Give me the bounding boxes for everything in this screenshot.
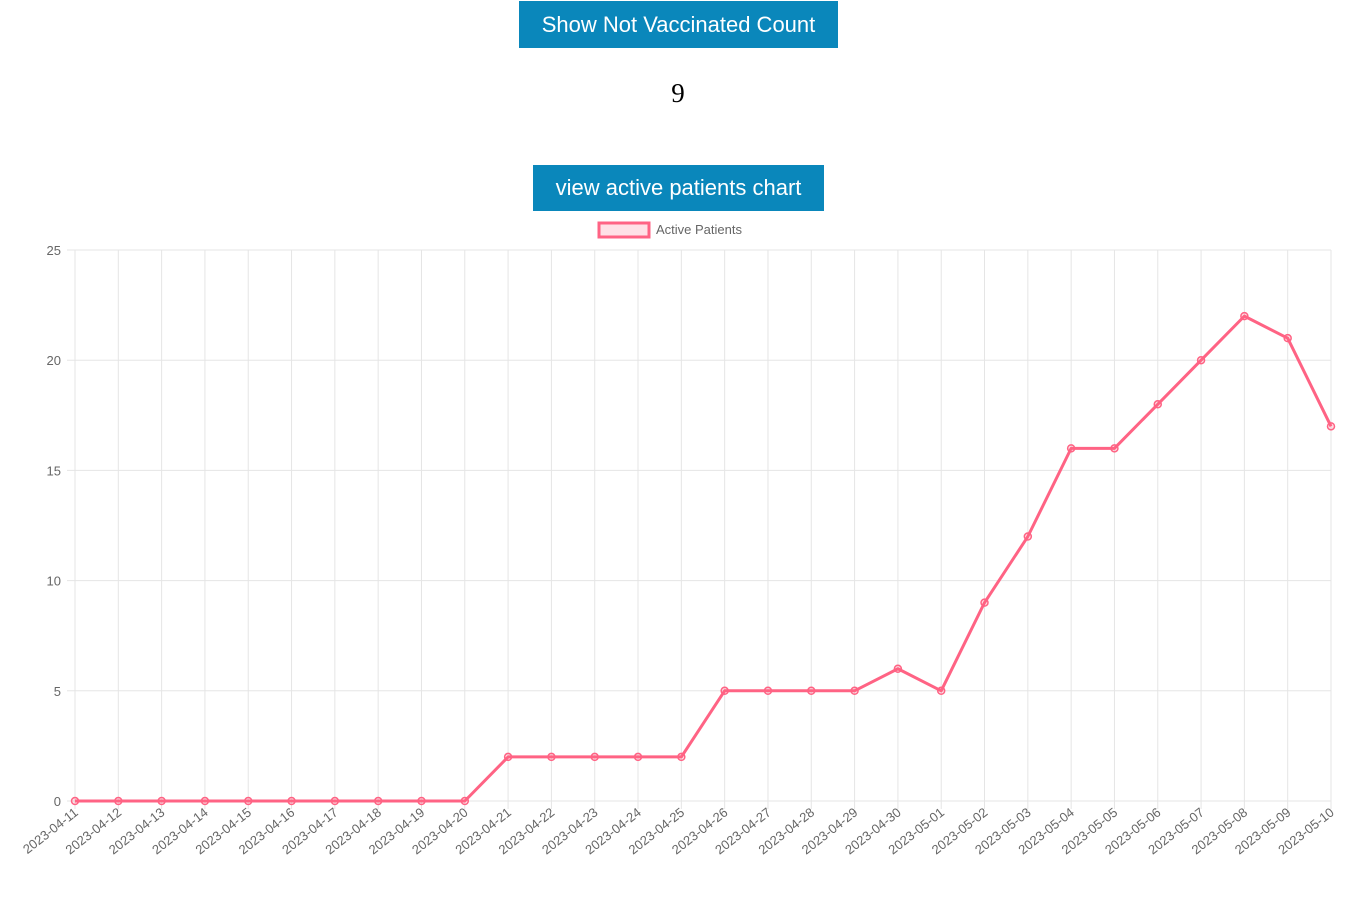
- data-point: [1110, 444, 1119, 453]
- data-point: [633, 752, 643, 762]
- data-point: [1283, 333, 1292, 343]
- data-point: [1196, 355, 1206, 365]
- y-tick-label: 15: [47, 463, 61, 478]
- data-point: [763, 686, 773, 696]
- y-tick-label: 0: [54, 794, 61, 809]
- active-patients-chart: Active Patients 0 5 10 15 20 25 2023-04-11202…: [20, 221, 1337, 858]
- x-axis-ticks: 2023-04-112023-04-122023-04-132023-04-14…: [20, 805, 1337, 858]
- chart-grid: [67, 249, 1332, 809]
- y-tick-label: 25: [47, 243, 61, 258]
- legend-swatch: [597, 221, 651, 239]
- y-tick-label: 20: [47, 353, 61, 368]
- data-point: [807, 686, 816, 696]
- data-point: [1066, 444, 1076, 453]
- data-point: [1023, 532, 1033, 541]
- data-point: [1326, 422, 1336, 431]
- data-point: [720, 686, 729, 696]
- series-line: [75, 314, 1333, 803]
- data-point: [547, 752, 556, 762]
- data-point: [980, 598, 989, 607]
- legend-label: Active Patients: [656, 222, 742, 237]
- data-point: [200, 796, 210, 806]
- data-point: [287, 796, 296, 806]
- data-point: [157, 796, 166, 806]
- data-point: [373, 796, 383, 806]
- data-point: [243, 796, 253, 806]
- y-axis-ticks: 0 5 10 15 20 25: [47, 243, 61, 809]
- data-point: [503, 752, 513, 762]
- data-point: [1153, 400, 1163, 409]
- data-point: [417, 796, 426, 806]
- data-point: [1240, 311, 1249, 321]
- data-point: [114, 796, 123, 806]
- data-point: [460, 796, 470, 806]
- data-point: [590, 752, 599, 762]
- data-point: [330, 796, 340, 806]
- data-point: [70, 796, 80, 806]
- data-point: [850, 686, 859, 696]
- data-point: [893, 664, 903, 674]
- y-tick-label: 10: [47, 574, 61, 589]
- series-active-patients: [70, 311, 1336, 806]
- data-point: [677, 752, 686, 762]
- y-tick-label: 5: [54, 684, 61, 699]
- data-point: [936, 686, 946, 696]
- chart-legend: Active Patients: [597, 221, 742, 239]
